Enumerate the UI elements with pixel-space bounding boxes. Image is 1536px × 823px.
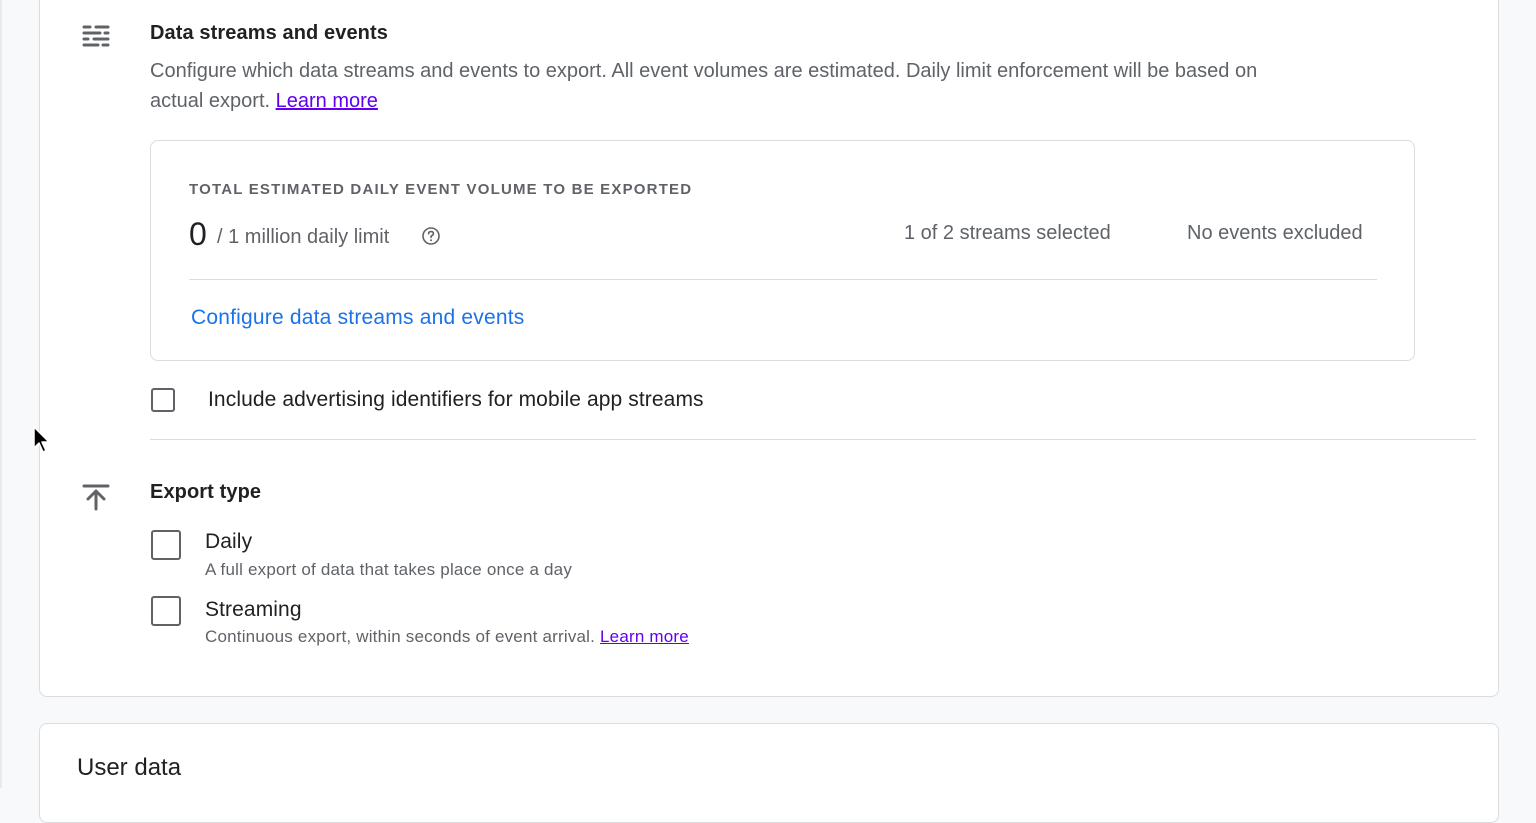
- export-type-title: Export type: [150, 481, 262, 503]
- data-streams-learn-more-link[interactable]: Learn more: [276, 90, 378, 112]
- daily-export-label: Daily: [205, 530, 253, 553]
- export-settings-card: Data streams and events Configure which …: [39, 0, 1499, 697]
- volume-limit: / 1 million daily limit: [217, 226, 390, 248]
- event-volume-summary: TOTAL ESTIMATED DAILY EVENT VOLUME TO BE…: [150, 140, 1415, 361]
- configure-streams-link[interactable]: Configure data streams and events: [191, 306, 524, 330]
- volume-label: TOTAL ESTIMATED DAILY EVENT VOLUME TO BE…: [189, 181, 693, 198]
- section-divider: [150, 439, 1476, 440]
- data-streams-description: Configure which data streams and events …: [150, 56, 1290, 116]
- user-data-title: User data: [77, 754, 182, 781]
- daily-export-checkbox[interactable]: [151, 530, 181, 560]
- streams-selected-count: 1 of 2 streams selected: [904, 222, 1111, 244]
- streaming-export-label: Streaming: [205, 598, 302, 621]
- mouse-cursor-icon: [33, 426, 50, 453]
- tune-icon: [82, 25, 110, 47]
- advertising-identifiers-checkbox[interactable]: [151, 388, 175, 412]
- streaming-export-checkbox[interactable]: [151, 596, 181, 626]
- volume-value: 0: [189, 216, 207, 252]
- streaming-export-description-text: Continuous export, within seconds of eve…: [205, 627, 596, 646]
- events-excluded-status: No events excluded: [1187, 222, 1363, 244]
- streaming-learn-more-link[interactable]: Learn more: [600, 627, 689, 646]
- daily-export-description: A full export of data that takes place o…: [205, 560, 573, 579]
- user-data-card: [39, 723, 1499, 823]
- advertising-identifiers-label: Include advertising identifiers for mobi…: [208, 388, 704, 411]
- volume-divider: [189, 279, 1377, 280]
- help-circle-icon[interactable]: [421, 226, 441, 246]
- upload-icon: [82, 484, 110, 511]
- data-streams-title: Data streams and events: [150, 22, 388, 44]
- page-left-edge: [0, 0, 2, 788]
- streaming-export-description: Continuous export, within seconds of eve…: [205, 627, 689, 647]
